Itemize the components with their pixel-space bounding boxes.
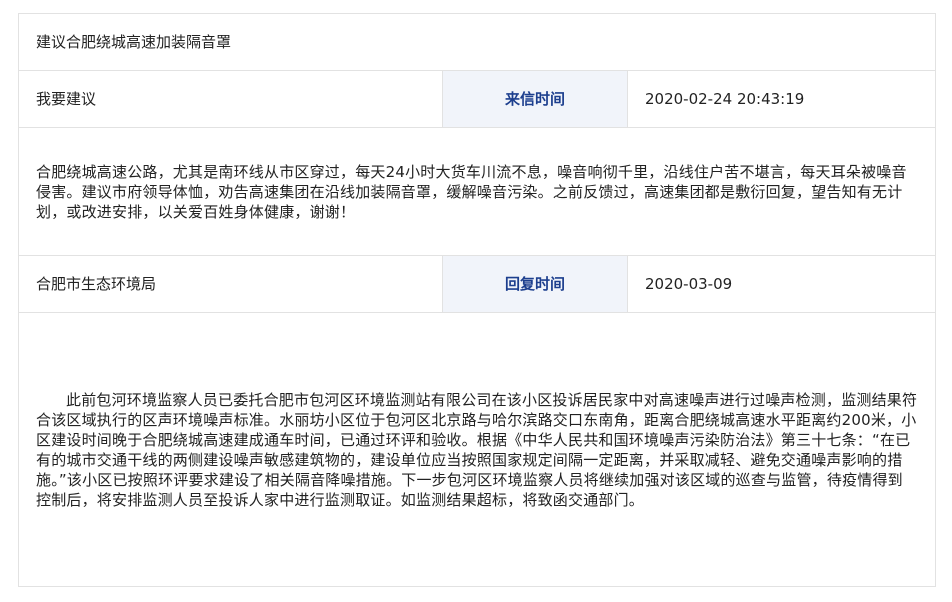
letter-detail-table: 建议合肥绕城高速加装隔音罩 我要建议 来信时间 2020-02-24 20:43… xyxy=(18,13,936,587)
letter-content-row: 合肥绕城高速公路，尤其是南环线从市区穿过，每天24小时大货车川流不息，噪音响彻千… xyxy=(18,127,936,256)
letter-meta-row: 我要建议 来信时间 2020-02-24 20:43:19 xyxy=(18,70,936,128)
reply-content: 此前包河环境监察人员已委托合肥市包河区环境监测站有限公司在该小区投诉居民家中对高… xyxy=(18,312,936,587)
letter-title-row: 建议合肥绕城高速加装隔音罩 xyxy=(18,13,936,71)
page: 建议合肥绕城高速加装隔音罩 我要建议 来信时间 2020-02-24 20:43… xyxy=(0,0,952,602)
sent-time-label: 来信时间 xyxy=(442,70,628,128)
reply-time-value: 2020-03-09 xyxy=(627,255,936,313)
reply-content-row: 此前包河环境监察人员已委托合肥市包河区环境监测站有限公司在该小区投诉居民家中对高… xyxy=(18,312,936,587)
sent-time-value: 2020-02-24 20:43:19 xyxy=(627,70,936,128)
letter-type: 我要建议 xyxy=(18,70,443,128)
reply-time-label: 回复时间 xyxy=(442,255,628,313)
letter-title: 建议合肥绕城高速加装隔音罩 xyxy=(18,13,936,71)
letter-content: 合肥绕城高速公路，尤其是南环线从市区穿过，每天24小时大货车川流不息，噪音响彻千… xyxy=(18,127,936,256)
reply-department: 合肥市生态环境局 xyxy=(18,255,443,313)
reply-meta-row: 合肥市生态环境局 回复时间 2020-03-09 xyxy=(18,255,936,313)
